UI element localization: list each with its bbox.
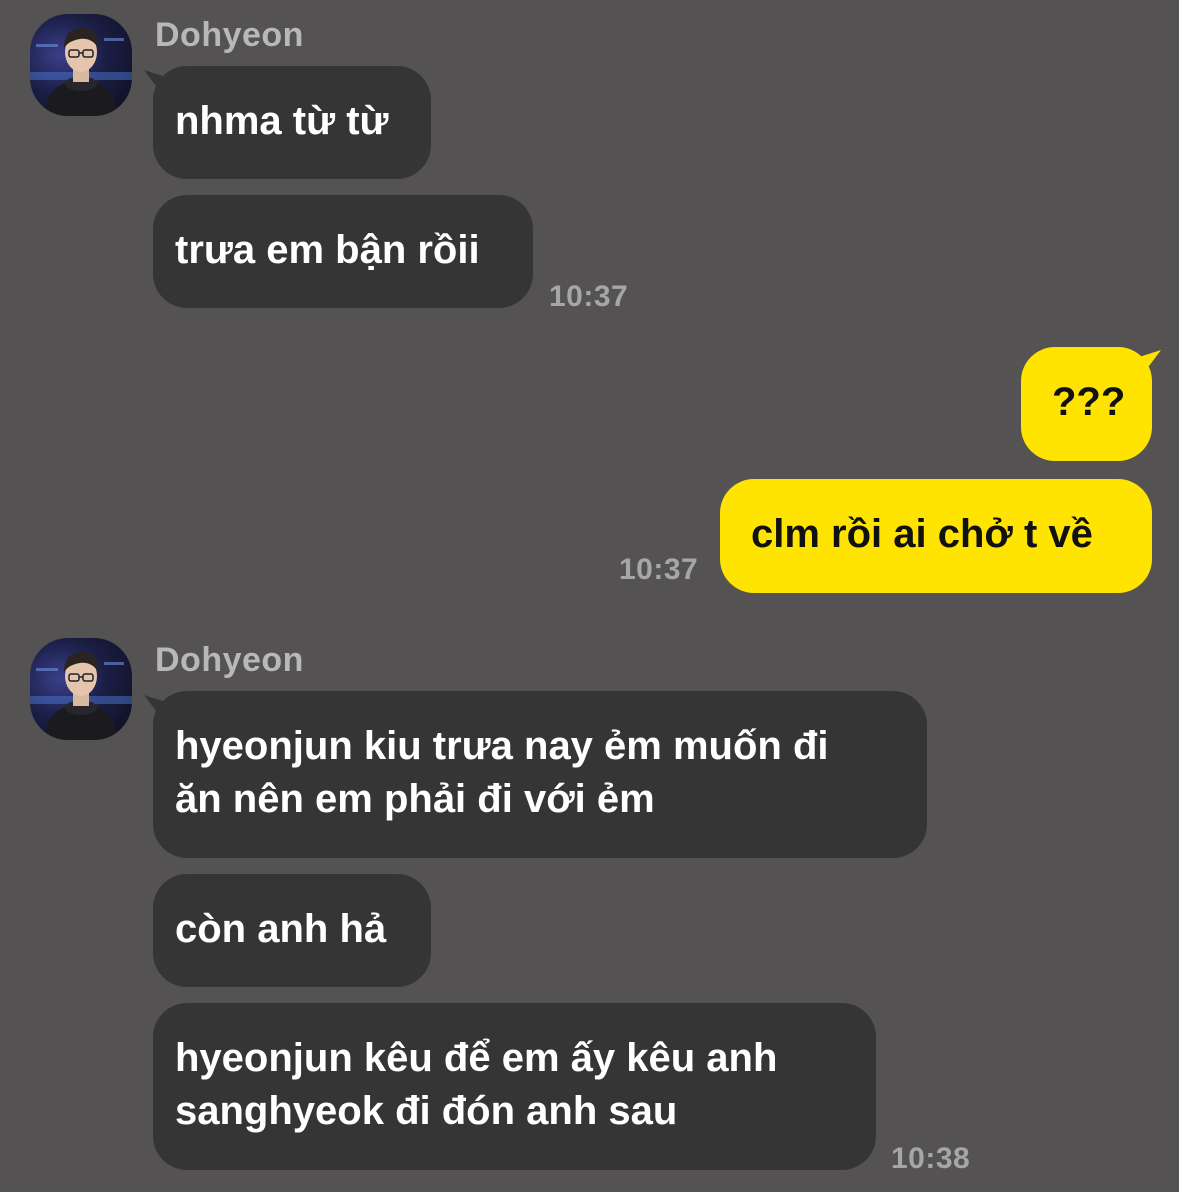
message-bubble-incoming[interactable]: hyeonjun kiu trưa nay ẻm muốn đi ăn nên …: [153, 691, 927, 858]
message-timestamp: 10:37: [619, 553, 699, 586]
sender-name: Dohyeon: [155, 16, 304, 54]
message-bubble-outgoing[interactable]: clm rồi ai chở t về: [720, 479, 1152, 593]
sender-avatar[interactable]: [30, 638, 132, 740]
message-bubble-incoming[interactable]: còn anh hả: [153, 874, 431, 987]
message-timestamp: 10:37: [549, 280, 629, 313]
message-bubble-incoming[interactable]: hyeonjun kêu để em ấy kêu anh sanghyeok …: [153, 1003, 876, 1170]
sender-avatar[interactable]: [30, 14, 132, 116]
message-bubble-incoming[interactable]: trưa em bận rồii: [153, 195, 533, 308]
chat-window: Dohyeon nhma từ từ trưa em bận rồii 10:3…: [0, 0, 1179, 1192]
avatar-photo-icon: [30, 28, 132, 116]
message-bubble-incoming[interactable]: nhma từ từ: [153, 66, 431, 179]
message-bubble-outgoing[interactable]: ???: [1021, 347, 1152, 461]
avatar-photo-icon: [30, 652, 132, 740]
sender-name: Dohyeon: [155, 641, 304, 679]
message-timestamp: 10:38: [891, 1142, 971, 1175]
